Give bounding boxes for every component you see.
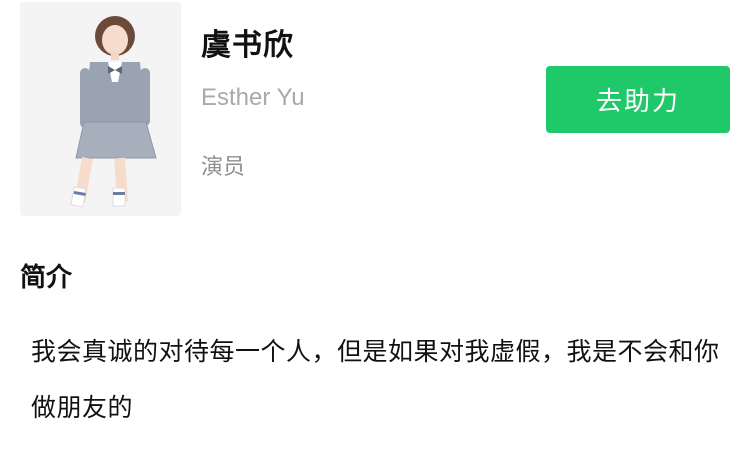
support-button[interactable]: 去助力 (546, 66, 730, 133)
avatar[interactable] (20, 2, 181, 216)
profile-card: 虞书欣 Esther Yu 演员 去助力 (0, 0, 750, 230)
section-title-intro: 简介 (20, 263, 73, 293)
occupation-label: 演员 (201, 155, 246, 180)
name-primary: 虞书欣 (201, 28, 294, 63)
avatar-photo (20, 2, 181, 216)
intro-text: 我会真诚的对待每一个人，但是如果对我虚假，我是不会和你做朋友的 (31, 337, 720, 422)
name-secondary: Esther Yu (201, 84, 305, 111)
